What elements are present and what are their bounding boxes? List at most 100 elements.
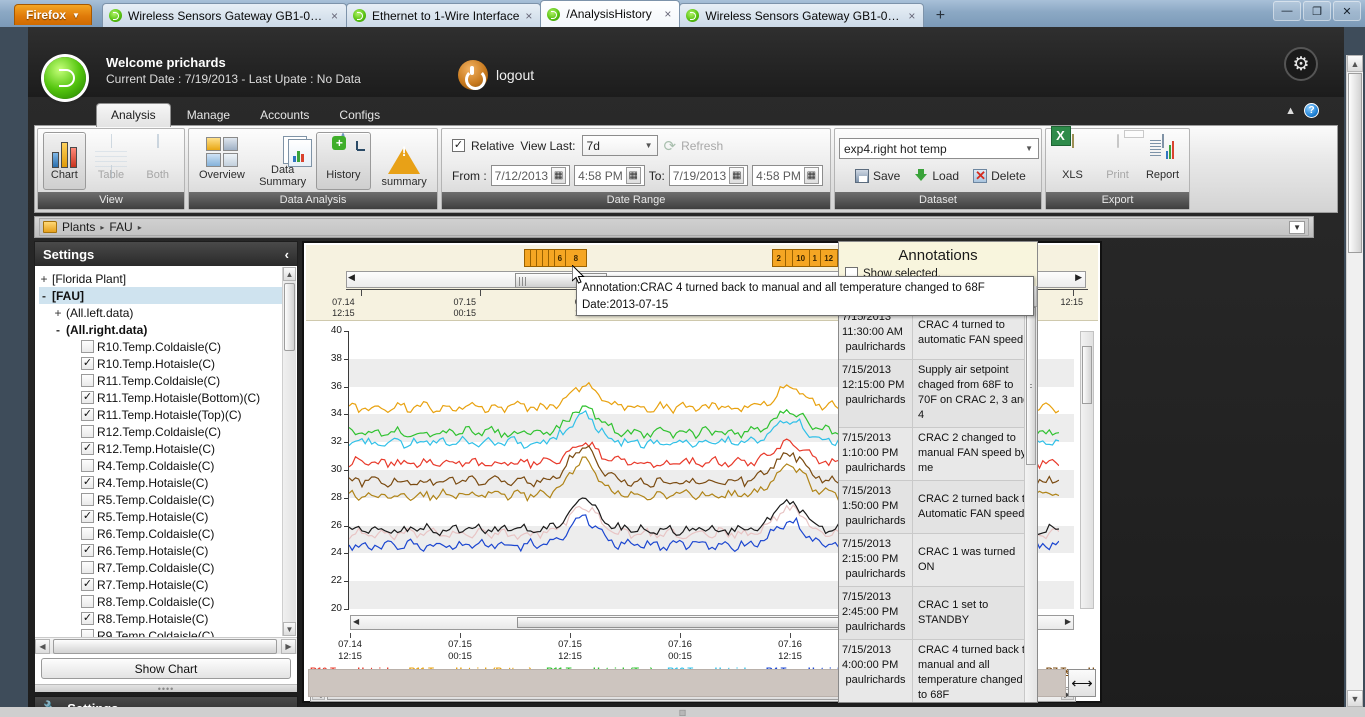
tree-leaf-item[interactable]: R11.Temp.Coldaisle(C)	[39, 372, 295, 389]
series-checkbox[interactable]	[81, 527, 94, 540]
series-checkbox[interactable]: ✓	[81, 578, 94, 591]
table-row[interactable]: 7/15/2013 2:15:00 PM paulrichards CRAC 1 wa…	[839, 534, 1037, 587]
tree-group-item[interactable]: - [FAU]	[39, 287, 295, 304]
tree-leaf-item[interactable]: R5.Temp.Coldaisle(C)	[39, 491, 295, 508]
series-checkbox[interactable]	[81, 493, 94, 506]
export-xls-button[interactable]: XLS	[1051, 132, 1094, 190]
calendar-icon[interactable]: ▦	[729, 167, 745, 184]
close-icon[interactable]: ×	[525, 9, 532, 23]
view-both-button[interactable]: Both	[136, 132, 179, 190]
calendar-icon[interactable]: ▦	[551, 167, 567, 184]
page-vertical-scrollbar[interactable]: ▲ ▼	[1346, 55, 1363, 707]
view-table-button[interactable]: Table	[90, 132, 133, 190]
overview-button[interactable]: Overview	[194, 132, 250, 190]
table-row[interactable]: 7/15/2013 1:50:00 PM paulrichards CRAC 2 tu…	[839, 481, 1037, 534]
dataset-load-button[interactable]: Load	[914, 169, 959, 183]
tree-leaf-item[interactable]: R8.Temp.Coldaisle(C)	[39, 593, 295, 610]
series-checkbox[interactable]	[81, 459, 94, 472]
dataset-save-button[interactable]: Save	[855, 169, 900, 183]
scroll-left-icon[interactable]: ◀	[353, 617, 359, 626]
collapse-icon[interactable]: -	[53, 323, 63, 337]
restore-icon[interactable]: ❐	[1303, 1, 1331, 21]
tree-group-item[interactable]: + [Florida Plant]	[39, 270, 295, 287]
annotation-marker[interactable]: 10	[791, 249, 810, 267]
series-checkbox[interactable]	[81, 561, 94, 574]
breadcrumb-field[interactable]: Plants ▸ FAU ▸ ▼	[39, 218, 1309, 236]
scroll-up-icon[interactable]: ▲	[1347, 55, 1363, 72]
tree-leaf-item[interactable]: R6.Temp.Coldaisle(C)	[39, 525, 295, 542]
annotation-marker[interactable]: 12	[819, 249, 838, 267]
expand-icon[interactable]: +	[53, 306, 63, 320]
from-date-input[interactable]: 7/12/2013 ▦	[490, 165, 571, 186]
collapse-ribbon-icon[interactable]: ▲	[1285, 105, 1296, 117]
scrollbar-thumb[interactable]	[284, 283, 295, 351]
scroll-down-icon[interactable]: ▼	[1347, 690, 1363, 707]
close-window-icon[interactable]: ✕	[1333, 1, 1361, 21]
tab-manage[interactable]: Manage	[173, 104, 244, 127]
series-checkbox[interactable]: ✓	[81, 408, 94, 421]
relative-checkbox[interactable]: ✓	[452, 139, 465, 152]
help-icon[interactable]: ?	[1304, 103, 1319, 118]
tree-group-item[interactable]: + (All.left.data)	[39, 304, 295, 321]
from-time-input[interactable]: 4:58 PM ▦	[574, 165, 645, 186]
tree-leaf-item[interactable]: R12.Temp.Coldaisle(C)	[39, 423, 295, 440]
browser-tab-0[interactable]: Wireless Sensors Gateway GB1-001-20... ×	[102, 3, 347, 27]
tree-leaf-item[interactable]: ✓ R12.Temp.Hotaisle(C)	[39, 440, 295, 457]
table-row[interactable]: 7/15/2013 1:10:00 PM paulrichards CRAC 2 ch…	[839, 428, 1037, 481]
series-checkbox[interactable]	[81, 595, 94, 608]
panel-resize-grip[interactable]: ••••	[35, 684, 297, 694]
firefox-menu-button[interactable]: Firefox ▼	[14, 4, 92, 25]
breadcrumb-dropdown-icon[interactable]: ▼	[1289, 220, 1305, 234]
breadcrumb-item-fau[interactable]: FAU	[106, 220, 135, 234]
tab-configs[interactable]: Configs	[325, 104, 394, 127]
view-last-select[interactable]: 7d ▼	[581, 135, 658, 156]
series-checkbox[interactable]: ✓	[81, 391, 94, 404]
scrollbar-thumb[interactable]	[53, 639, 277, 654]
annotation-marker[interactable]: 2	[771, 249, 786, 267]
series-checkbox[interactable]	[81, 629, 94, 637]
series-checkbox[interactable]: ✓	[81, 544, 94, 557]
series-checkbox[interactable]	[81, 340, 94, 353]
dataset-select[interactable]: exp4.right hot temp ▼	[839, 138, 1039, 159]
calendar-icon[interactable]: ▦	[625, 167, 641, 184]
tree-leaf-item[interactable]: ✓ R5.Temp.Hotaisle(C)	[39, 508, 295, 525]
scrollbar-thumb[interactable]	[1348, 73, 1362, 253]
chart-resize-handle[interactable]: ⟷	[1068, 669, 1096, 697]
browser-tab-1[interactable]: Ethernet to 1-Wire Interface ×	[346, 3, 542, 27]
tree-leaf-item[interactable]: ✓ R4.Temp.Hotaisle(C)	[39, 474, 295, 491]
series-checkbox[interactable]: ✓	[81, 357, 94, 370]
table-row[interactable]: 7/15/2013 2:45:00 PM paulrichards CRAC 1 se…	[839, 587, 1037, 640]
show-chart-button[interactable]: Show Chart	[41, 658, 291, 679]
series-checkbox[interactable]: ✓	[81, 612, 94, 625]
to-time-input[interactable]: 4:58 PM ▦	[752, 165, 823, 186]
annotations-vertical-scrollbar[interactable]	[1024, 307, 1037, 702]
series-checkbox[interactable]: ✓	[81, 510, 94, 523]
scrollbar-thumb[interactable]	[1026, 307, 1036, 465]
browser-tab-3[interactable]: Wireless Sensors Gateway GB1-001-20... ×	[679, 3, 925, 27]
export-report-button[interactable]: Report	[1141, 132, 1184, 190]
refresh-button[interactable]: ⟳ Refresh	[664, 137, 724, 155]
tree-leaf-item[interactable]: R10.Temp.Coldaisle(C)	[39, 338, 295, 355]
scroll-left-icon[interactable]: ◀	[348, 272, 355, 283]
export-print-button[interactable]: Print	[1096, 132, 1139, 190]
new-tab-button[interactable]: +	[927, 5, 953, 27]
tree-leaf-item[interactable]: R7.Temp.Coldaisle(C)	[39, 559, 295, 576]
table-row[interactable]: 7/15/2013 4:00:00 PM paulrichards CRAC 4 tu…	[839, 640, 1037, 702]
alert-summary-button[interactable]: Alert summary	[376, 132, 432, 190]
minimize-icon[interactable]: —	[1273, 1, 1301, 21]
scrollbar-thumb[interactable]	[517, 617, 851, 628]
data-summary-button[interactable]: Data Summary	[255, 132, 311, 190]
to-date-input[interactable]: 7/19/2013 ▦	[668, 165, 749, 186]
tab-analysis[interactable]: Analysis	[96, 103, 171, 127]
dataset-delete-button[interactable]: Delete	[973, 168, 1026, 184]
close-icon[interactable]: ×	[331, 9, 338, 23]
tree-leaf-item[interactable]: ✓ R7.Temp.Hotaisle(C)	[39, 576, 295, 593]
scroll-up-icon[interactable]: ▲	[283, 267, 296, 281]
tree-leaf-item[interactable]: ✓ R6.Temp.Hotaisle(C)	[39, 542, 295, 559]
tab-accounts[interactable]: Accounts	[246, 104, 323, 127]
browser-tab-2[interactable]: /AnalysisHistory ×	[540, 0, 681, 27]
calendar-icon[interactable]: ▦	[803, 167, 819, 184]
logout-button[interactable]: logout	[458, 60, 534, 90]
tree-horizontal-scrollbar[interactable]: ◀ ▶	[35, 637, 297, 654]
collapse-icon[interactable]: -	[39, 289, 49, 303]
